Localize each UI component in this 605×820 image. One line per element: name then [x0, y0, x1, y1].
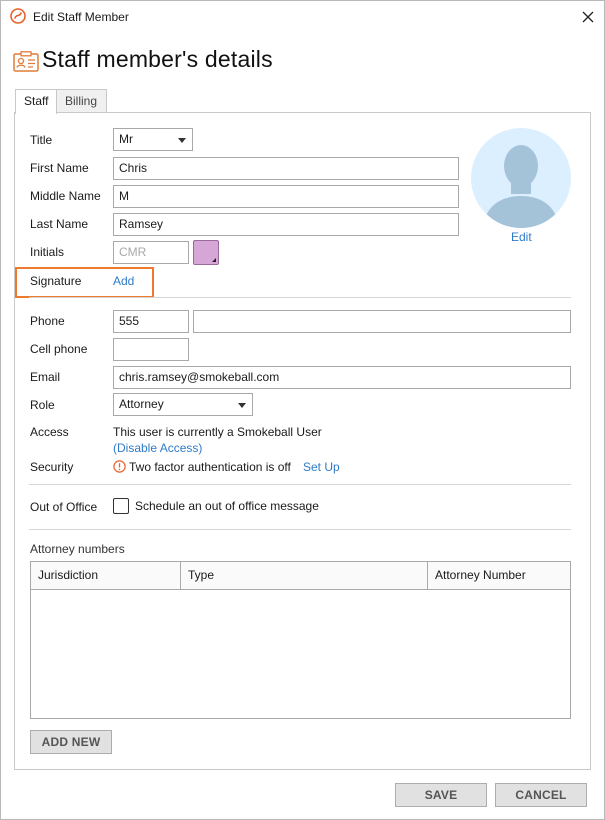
- window-title: Edit Staff Member: [33, 10, 129, 24]
- phone-field[interactable]: 555: [113, 310, 189, 333]
- column-header-type[interactable]: Type: [181, 562, 428, 589]
- role-select[interactable]: Attorney: [113, 393, 253, 416]
- out-of-office-checkbox-label[interactable]: Schedule an out of office message: [135, 499, 319, 513]
- access-status-text: This user is currently a Smokeball User: [113, 425, 322, 439]
- divider: [29, 297, 571, 298]
- access-label: Access: [30, 425, 69, 439]
- warning-icon: [113, 460, 126, 473]
- phone-label: Phone: [30, 314, 65, 328]
- attorney-numbers-label: Attorney numbers: [30, 542, 125, 556]
- tab-billing[interactable]: Billing: [57, 89, 107, 113]
- initials-label: Initials: [30, 245, 65, 259]
- last-name-field[interactable]: Ramsey: [113, 213, 459, 236]
- divider: [29, 484, 571, 485]
- chevron-down-icon: [178, 138, 186, 143]
- avatar-edit-link[interactable]: Edit: [511, 230, 532, 244]
- middle-name-label: Middle Name: [30, 189, 101, 203]
- setup-2fa-link[interactable]: Set Up: [303, 460, 340, 474]
- initials-field[interactable]: CMR: [113, 241, 189, 264]
- smokeball-logo-icon: [10, 8, 26, 24]
- phone-extension-field[interactable]: [193, 310, 571, 333]
- title-select-value: Mr: [119, 132, 133, 146]
- first-name-field[interactable]: Chris: [113, 157, 459, 180]
- save-button[interactable]: SAVE: [395, 783, 487, 807]
- security-status-text: Two factor authentication is off: [129, 460, 291, 474]
- close-icon: [582, 11, 594, 23]
- column-header-jurisdiction[interactable]: Jurisdiction: [31, 562, 181, 589]
- person-silhouette-icon: [483, 145, 559, 228]
- role-select-value: Attorney: [119, 397, 164, 411]
- close-button[interactable]: [575, 5, 601, 29]
- initials-color-picker[interactable]: [193, 240, 219, 265]
- email-field[interactable]: chris.ramsey@smokeball.com: [113, 366, 571, 389]
- first-name-label: First Name: [30, 161, 89, 175]
- divider: [29, 529, 571, 530]
- contact-card-icon: [13, 51, 39, 72]
- column-header-attorney-number[interactable]: Attorney Number: [428, 562, 570, 589]
- add-new-button[interactable]: ADD NEW: [30, 730, 112, 754]
- page-title: Staff member's details: [42, 46, 273, 72]
- signature-add-link[interactable]: Add: [113, 274, 134, 288]
- cell-phone-label: Cell phone: [30, 342, 88, 356]
- middle-name-field[interactable]: M: [113, 185, 459, 208]
- security-label: Security: [30, 460, 74, 474]
- cancel-button[interactable]: CANCEL: [495, 783, 587, 807]
- signature-label: Signature: [30, 274, 82, 288]
- cell-phone-field[interactable]: [113, 338, 189, 361]
- avatar[interactable]: [471, 128, 571, 228]
- title-bar: Edit Staff Member: [1, 1, 604, 32]
- out-of-office-label: Out of Office: [30, 500, 98, 514]
- tab-staff[interactable]: Staff: [15, 89, 57, 114]
- email-label: Email: [30, 370, 61, 384]
- title-label: Title: [30, 133, 53, 147]
- last-name-label: Last Name: [30, 217, 89, 231]
- disable-access-link[interactable]: (Disable Access): [113, 441, 202, 455]
- chevron-down-icon: [238, 403, 246, 408]
- table-header: Jurisdiction Type Attorney Number: [31, 562, 570, 590]
- dropdown-corner-icon: [212, 258, 216, 262]
- edit-staff-dialog: Edit Staff Member Staff member's details…: [0, 0, 605, 820]
- title-select[interactable]: Mr: [113, 128, 193, 151]
- role-label: Role: [30, 398, 55, 412]
- attorney-numbers-table[interactable]: Jurisdiction Type Attorney Number: [30, 561, 571, 719]
- out-of-office-checkbox[interactable]: [113, 498, 129, 514]
